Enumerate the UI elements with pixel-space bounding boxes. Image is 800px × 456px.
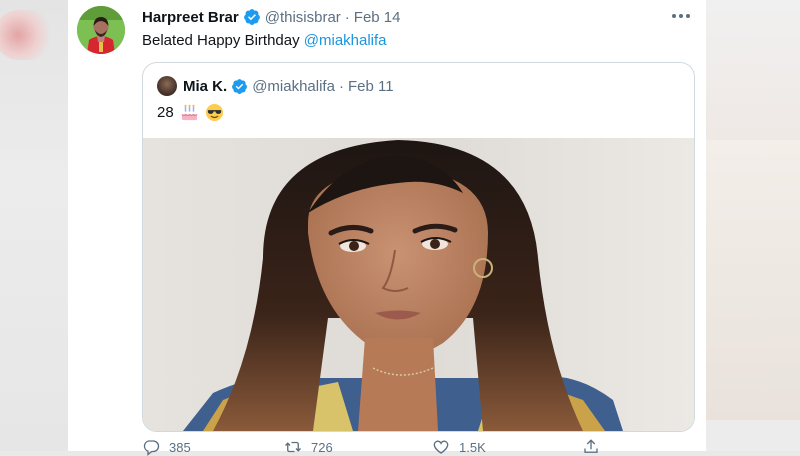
more-options-icon[interactable] (668, 6, 694, 26)
heart-icon (433, 440, 449, 454)
tweet-text: Belated Happy Birthday @miakhalifa (142, 32, 387, 49)
like-button[interactable]: 1.5K (432, 438, 486, 456)
quoted-tweet-text: 28 (157, 101, 224, 123)
quoted-tweet[interactable]: Mia K. @miakhalifa · Feb 11 28 (142, 62, 695, 432)
smiling-face-with-sunglasses-emoji (205, 103, 223, 121)
author-handle[interactable]: @thisisbrar (265, 9, 341, 26)
background-right (706, 0, 800, 451)
author-avatar[interactable] (77, 6, 125, 54)
author-name[interactable]: Harpreet Brar (142, 9, 239, 26)
reply-count: 385 (169, 439, 191, 455)
tweet-card[interactable]: Harpreet Brar @thisisbrar · Feb 14 Belat… (68, 0, 706, 456)
tweet-actions: 385 726 1.5K (142, 438, 682, 456)
quoted-tweet-date[interactable]: Feb 11 (348, 78, 394, 95)
quoted-author-handle[interactable]: @miakhalifa (252, 78, 335, 95)
like-count: 1.5K (459, 439, 486, 455)
quoted-author-name[interactable]: Mia K. (183, 78, 227, 95)
separator-dot: · (338, 77, 344, 95)
quoted-author-avatar[interactable] (157, 76, 177, 96)
tweet-text-body: Belated Happy Birthday (142, 32, 304, 49)
share-icon (584, 439, 598, 453)
background-blur (0, 10, 54, 60)
tweet-header: Harpreet Brar @thisisbrar · Feb 14 (142, 7, 401, 27)
selfie-photo-image (143, 138, 694, 431)
separator-dot: · (344, 8, 350, 26)
avatar-image (77, 6, 125, 54)
reply-button[interactable]: 385 (142, 438, 191, 456)
retweet-button[interactable]: 726 (284, 438, 333, 456)
verified-badge-icon (243, 9, 260, 25)
retweet-count: 726 (311, 439, 333, 455)
retweet-icon (285, 441, 301, 453)
background-blur (706, 140, 800, 420)
birthday-cake-emoji (181, 104, 198, 120)
tweet-date[interactable]: Feb 14 (354, 9, 401, 26)
background-left (0, 0, 68, 451)
quoted-tweet-text-body: 28 (157, 103, 174, 121)
verified-badge-icon (232, 78, 248, 94)
quoted-tweet-header: Mia K. @miakhalifa · Feb 11 (183, 76, 394, 96)
reply-icon (143, 440, 160, 456)
selfie-photo[interactable] (143, 138, 694, 431)
mention-link[interactable]: @miakhalifa (304, 32, 387, 49)
share-button[interactable] (582, 438, 609, 456)
